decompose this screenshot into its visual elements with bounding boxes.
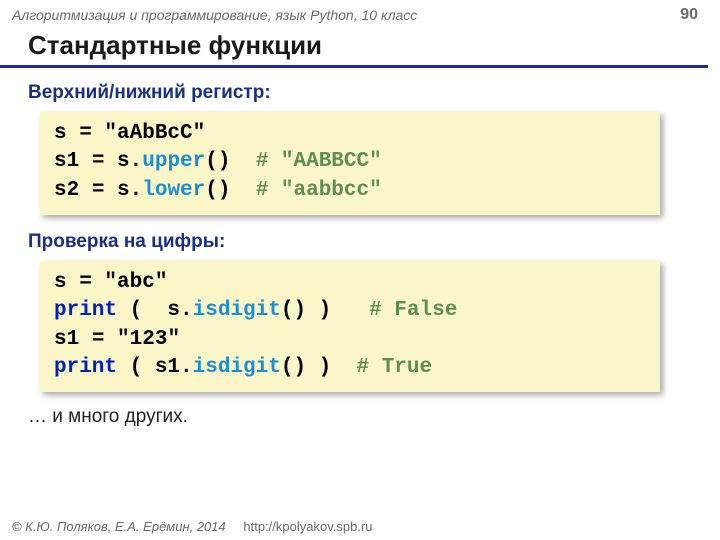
code-keyword: print: [54, 356, 117, 379]
code-block-upperlower: s = "aAbBcC" s1 = s.upper() # "AABBCC" s…: [40, 112, 660, 215]
slide-header: Алгоритмизация и программирование, язык …: [0, 0, 720, 28]
code-token: s: [117, 179, 130, 202]
course-name: Алгоритмизация и программирование, язык …: [12, 7, 417, 23]
code-token: .: [130, 179, 143, 202]
code-token: .: [130, 150, 143, 173]
more-text: … и много других.: [0, 402, 720, 428]
slide-footer: © К.Ю. Поляков, Е.А. Ерёмин, 2014 http:/…: [12, 519, 372, 534]
section-digits-label: Проверка на цифры:: [0, 225, 720, 257]
code-block-digits: s = "abc" print ( s.isdigit() ) # False …: [40, 261, 660, 392]
slide-title: Стандартные функции: [0, 28, 708, 68]
code-token-func: upper: [142, 150, 205, 173]
code-token: ( s1.: [117, 356, 193, 379]
code-token: s: [117, 150, 130, 173]
code-keyword: print: [54, 299, 117, 322]
code-token: s: [54, 122, 67, 145]
section-upperlower-label: Верхний/нижний регистр:: [0, 76, 720, 108]
code-token: ( s.: [117, 299, 193, 322]
code-token: () ): [281, 299, 369, 322]
code-token: s2: [54, 179, 79, 202]
code-token: s1: [54, 328, 79, 351]
code-token-func: lower: [142, 179, 205, 202]
code-token: "aAbBcC": [104, 122, 205, 145]
code-token: =: [79, 328, 117, 351]
code-token: s1: [54, 150, 79, 173]
code-comment: # False: [369, 299, 457, 322]
code-comment: # True: [356, 356, 432, 379]
code-token: "abc": [104, 271, 167, 294]
code-token: =: [67, 271, 105, 294]
code-comment: # "aabbcc": [230, 179, 381, 202]
code-token: (): [205, 150, 230, 173]
code-token-func: isdigit: [193, 356, 281, 379]
code-token: =: [79, 179, 117, 202]
code-comment: # "AABBCC": [230, 150, 381, 173]
page-number: 90: [680, 6, 698, 24]
code-token: () ): [281, 356, 357, 379]
code-token: "123": [117, 328, 180, 351]
footer-authors: © К.Ю. Поляков, Е.А. Ерёмин, 2014: [12, 519, 226, 534]
code-token: (): [205, 179, 230, 202]
code-token: =: [67, 122, 105, 145]
code-token: =: [79, 150, 117, 173]
code-token: s: [54, 271, 67, 294]
footer-url: http://kpolyakov.spb.ru: [243, 519, 372, 534]
code-token-func: isdigit: [193, 299, 281, 322]
